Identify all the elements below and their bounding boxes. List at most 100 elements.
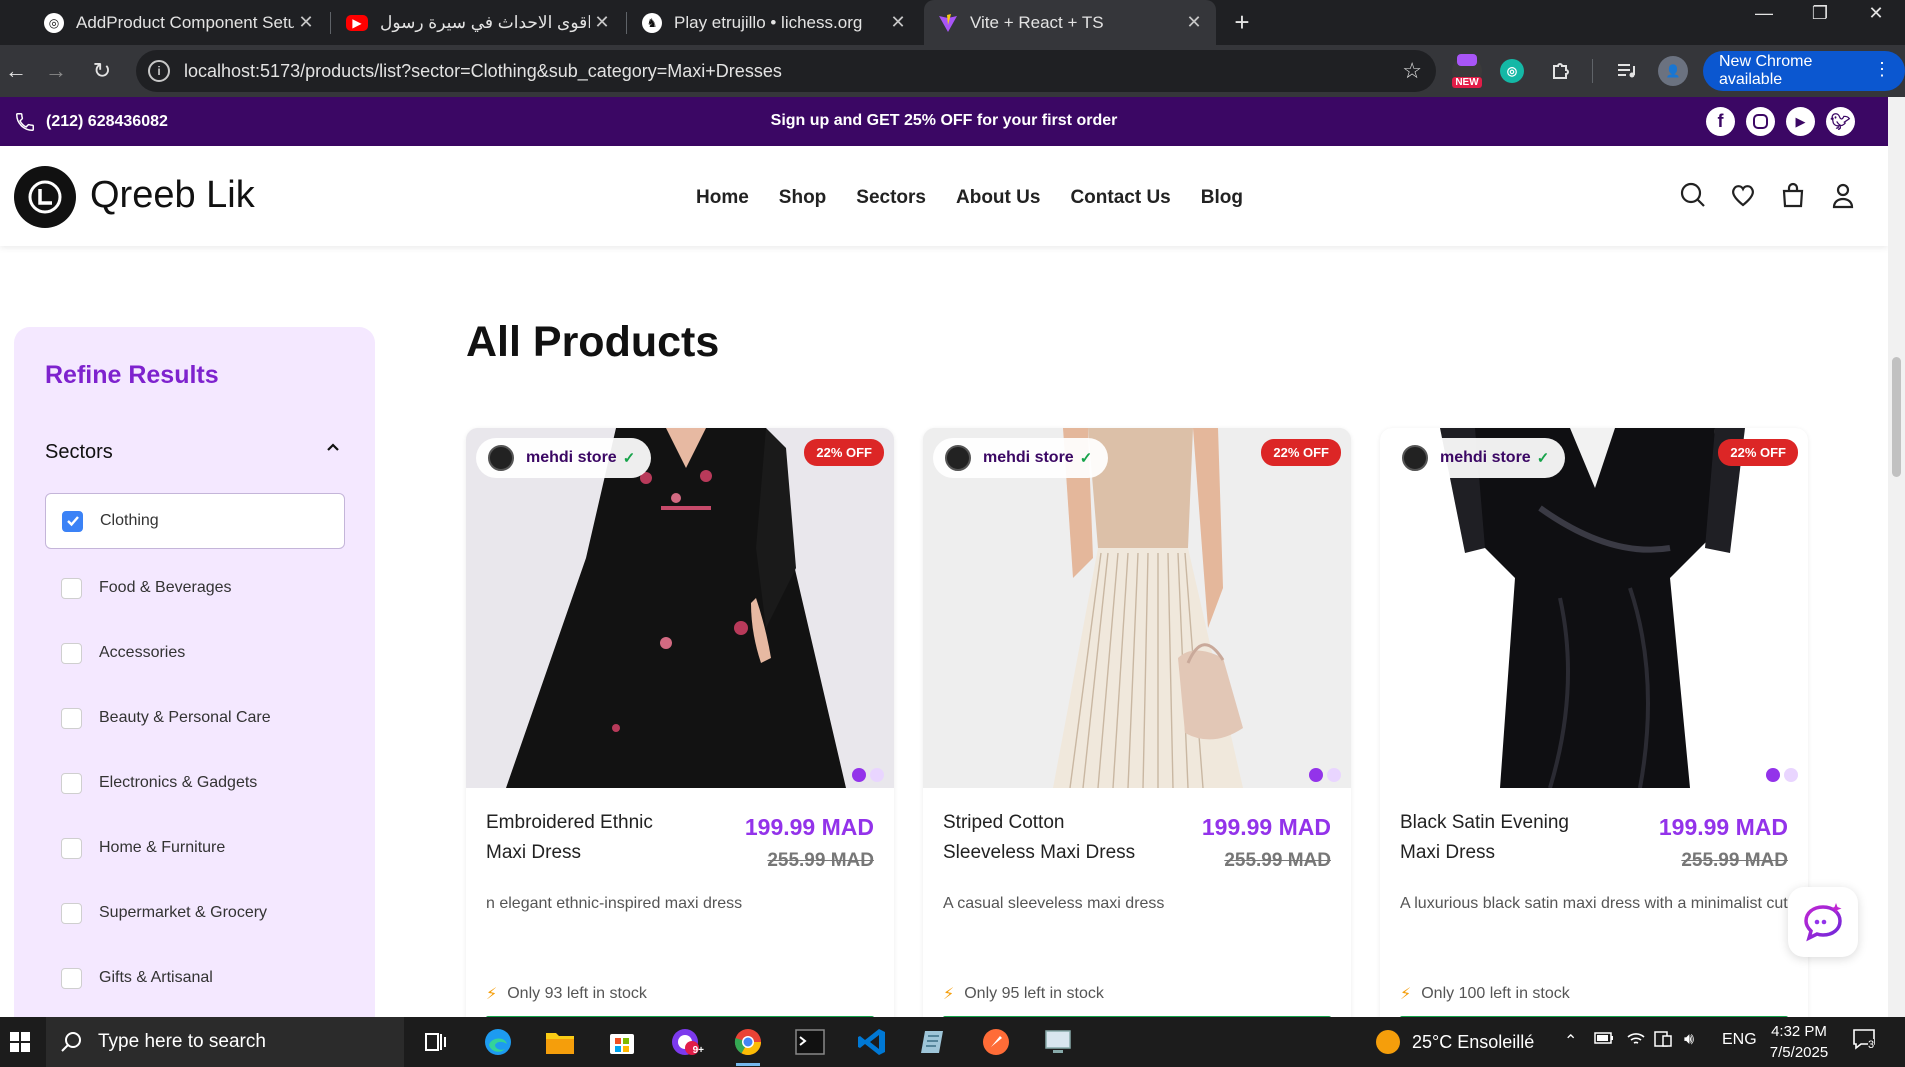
checkbox-icon[interactable] <box>61 577 82 599</box>
tab-addproduct[interactable]: ◎ AddProduct Component Setup ✕ <box>30 0 328 45</box>
tab-lichess[interactable]: ♞ Play etrujillo • lichess.org ✕ <box>628 0 920 45</box>
sector-filter-option[interactable]: Supermarket & Grocery <box>45 885 345 941</box>
url-text[interactable]: localhost:5173/products/list?sector=Clot… <box>184 61 782 82</box>
store-badge[interactable]: mehdi store ✓ <box>933 438 1109 478</box>
new-chrome-available-button[interactable]: New Chrome available ⋮ <box>1703 51 1905 91</box>
terminal-icon[interactable] <box>790 1022 830 1062</box>
sector-filter-option[interactable]: Gifts & Artisanal <box>45 950 345 1006</box>
device-icon[interactable] <box>1654 1031 1672 1052</box>
taskbar-clock[interactable]: 4:32 PM 7/5/2025 <box>1744 1021 1854 1063</box>
more-menu-icon[interactable]: ⋮ <box>1873 59 1891 80</box>
sector-filter-option[interactable]: Clothing <box>45 493 345 549</box>
notes-app-icon[interactable] <box>914 1022 954 1062</box>
twitter-icon[interactable]: 🐦︎ <box>1826 107 1855 136</box>
battery-icon[interactable] <box>1594 1031 1614 1050</box>
media-control-icon[interactable] <box>1610 55 1642 87</box>
weather-widget[interactable]: 25°C Ensoleillé <box>1376 1030 1534 1054</box>
forward-arrow-icon[interactable]: → <box>40 55 72 87</box>
heart-icon[interactable] <box>1726 178 1760 212</box>
product-image[interactable] <box>1380 428 1808 788</box>
checkbox-icon[interactable] <box>61 967 82 989</box>
sectors-heading[interactable]: Sectors <box>45 441 113 464</box>
shopping-bag-icon[interactable] <box>1776 178 1810 212</box>
sector-filter-option[interactable]: Accessories <box>45 625 345 681</box>
checkbox-icon[interactable] <box>61 707 82 729</box>
brand-name[interactable]: Qreeb Lik <box>90 174 255 217</box>
back-arrow-icon[interactable]: ← <box>0 55 32 87</box>
product-card[interactable]: mehdi store ✓ 22% OFF Black Satin Evening M… <box>1380 428 1808 1028</box>
sector-filter-option[interactable]: Food & Beverages <box>45 560 345 616</box>
checkbox-icon[interactable] <box>61 772 82 794</box>
store-badge[interactable]: mehdi store ✓ <box>1390 438 1566 478</box>
checkbox-icon[interactable] <box>61 837 82 859</box>
chrome-icon[interactable] <box>728 1022 768 1066</box>
close-icon[interactable]: ✕ <box>294 12 318 33</box>
chevron-up-icon[interactable]: ⌃ <box>1564 1031 1577 1051</box>
edge-icon[interactable] <box>478 1022 518 1062</box>
notifications-icon[interactable]: 3 <box>1852 1027 1878 1056</box>
site-info-icon[interactable]: i <box>148 60 170 82</box>
task-view-icon[interactable] <box>416 1022 456 1062</box>
product-image[interactable] <box>466 428 894 788</box>
sector-filter-option[interactable]: Beauty & Personal Care <box>45 690 345 746</box>
product-card[interactable]: mehdi store ✓ 22% OFF Embroidered Ethnic Ma… <box>466 428 894 1028</box>
close-icon[interactable]: ✕ <box>886 12 910 33</box>
taskbar-search[interactable]: Type here to search <box>46 1017 404 1067</box>
volume-icon[interactable]: 🔊︎ <box>1684 1031 1694 1049</box>
store-badge[interactable]: mehdi store ✓ <box>476 438 652 478</box>
close-icon[interactable]: ✕ <box>590 12 614 33</box>
nav-shop[interactable]: Shop <box>779 187 827 209</box>
facebook-icon[interactable]: f <box>1706 107 1735 136</box>
profile-avatar[interactable]: 👤 <box>1658 56 1688 86</box>
scrollbar-thumb[interactable] <box>1892 357 1901 477</box>
mail-app-icon[interactable]: 9+ <box>666 1022 706 1062</box>
product-image[interactable] <box>923 428 1351 788</box>
microsoft-store-icon[interactable] <box>602 1022 642 1062</box>
nav-blog[interactable]: Blog <box>1201 187 1243 209</box>
product-card[interactable]: mehdi store ✓ 22% OFF Striped Cotton Sleeve… <box>923 428 1351 1028</box>
carousel-dot-active[interactable] <box>852 768 866 782</box>
new-tab-button[interactable]: + <box>1226 6 1258 38</box>
ai-chat-button[interactable] <box>1788 887 1858 957</box>
wifi-icon[interactable] <box>1626 1031 1646 1052</box>
image-carousel-dots[interactable] <box>1766 768 1798 782</box>
windows-start-icon[interactable] <box>0 1022 40 1062</box>
chevron-up-icon[interactable] <box>325 439 341 460</box>
extensions-puzzle-icon[interactable] <box>1545 55 1577 87</box>
image-carousel-dots[interactable] <box>852 768 884 782</box>
carousel-dot-active[interactable] <box>1309 768 1323 782</box>
extension-new-icon[interactable]: NEW <box>1452 54 1482 88</box>
checkbox-icon[interactable] <box>61 642 82 664</box>
file-explorer-icon[interactable] <box>540 1022 580 1062</box>
carousel-dot[interactable] <box>870 768 884 782</box>
remote-desktop-icon[interactable] <box>1038 1022 1078 1062</box>
extension-teal-icon[interactable]: ◎ <box>1500 59 1524 83</box>
youtube-icon[interactable]: ▶ <box>1786 107 1815 136</box>
checkbox-checked-icon[interactable] <box>62 510 83 532</box>
reload-icon[interactable]: ↻ <box>86 55 118 87</box>
tab-vite[interactable]: Vite + React + TS ✕ <box>924 0 1216 45</box>
checkbox-icon[interactable] <box>61 902 82 924</box>
carousel-dot[interactable] <box>1327 768 1341 782</box>
bookmark-star-icon[interactable]: ☆ <box>1402 58 1422 84</box>
page-scrollbar[interactable] <box>1888 97 1905 1017</box>
instagram-icon[interactable] <box>1746 107 1775 136</box>
product-name[interactable]: Striped Cotton Sleeveless Maxi Dress <box>943 808 1143 868</box>
minimize-button[interactable]: — <box>1736 0 1792 27</box>
search-icon[interactable] <box>1676 178 1710 212</box>
product-name[interactable]: Embroidered Ethnic Maxi Dress <box>486 808 686 868</box>
sector-filter-option[interactable]: Home & Furniture <box>45 820 345 876</box>
brand-logo-icon[interactable] <box>14 166 76 228</box>
image-carousel-dots[interactable] <box>1309 768 1341 782</box>
carousel-dot-active[interactable] <box>1766 768 1780 782</box>
tab-youtube[interactable]: ▶ من اقوى الاحداث في سيرة رسول ✕ <box>332 0 624 45</box>
nav-home[interactable]: Home <box>696 187 749 209</box>
nav-sectors[interactable]: Sectors <box>856 187 926 209</box>
vscode-icon[interactable] <box>852 1022 892 1062</box>
nav-about-us[interactable]: About Us <box>956 187 1040 209</box>
carousel-dot[interactable] <box>1784 768 1798 782</box>
user-icon[interactable] <box>1826 178 1860 212</box>
sector-filter-option[interactable]: Electronics & Gadgets <box>45 755 345 811</box>
restore-button[interactable]: ❐ <box>1792 0 1848 27</box>
close-icon[interactable]: ✕ <box>1182 12 1206 33</box>
